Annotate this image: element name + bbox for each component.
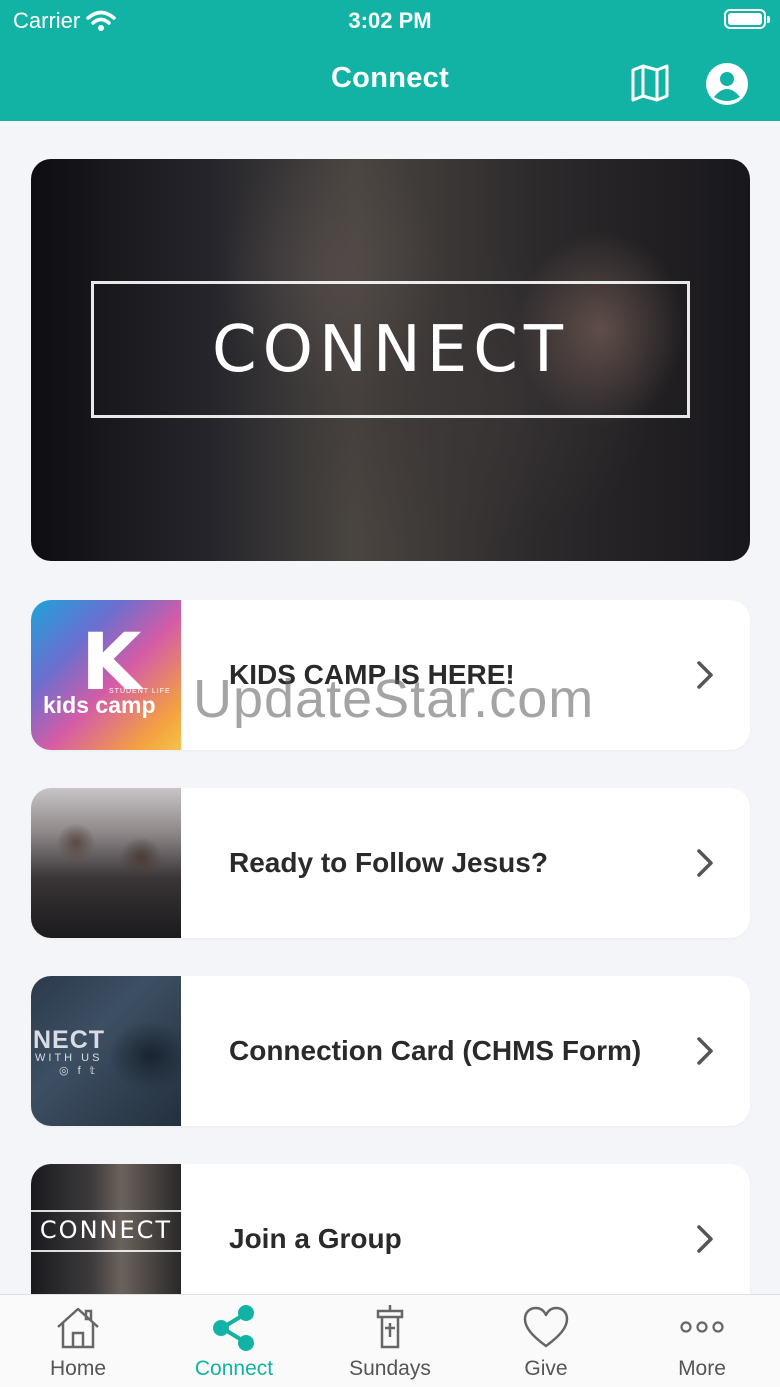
- hero-title: CONNECT: [211, 312, 570, 387]
- list-item-kids-camp[interactable]: K STUDENT LIFE kids camp KIDS CAMP IS HE…: [31, 600, 750, 750]
- list-item-follow-jesus[interactable]: Ready to Follow Jesus?: [31, 788, 750, 938]
- list-item-join-group[interactable]: CONNECT Join a Group: [31, 1164, 750, 1314]
- chevron-right-icon: [697, 661, 713, 689]
- thumbnail-frame-top: [31, 1210, 181, 1212]
- more-icon: [680, 1321, 724, 1333]
- tab-bar: Home Connect Sundays Give More: [0, 1294, 780, 1387]
- home-icon: [57, 1307, 99, 1349]
- join-group-thumbnail: CONNECT: [31, 1164, 181, 1314]
- connection-card-thumbnail: NECT WITH US ◎ f 𝕥: [31, 976, 181, 1126]
- share-icon: [213, 1305, 254, 1351]
- tab-label: Connect: [194, 1357, 274, 1380]
- tab-label: More: [678, 1357, 726, 1380]
- tab-sundays[interactable]: Sundays: [312, 1295, 468, 1387]
- hero-banner[interactable]: CONNECT: [31, 159, 750, 561]
- chevron-right-icon: [697, 849, 713, 877]
- list-item-title: Ready to Follow Jesus?: [229, 847, 548, 878]
- tab-connect[interactable]: Connect: [156, 1295, 312, 1387]
- list-item-title: Connection Card (CHMS Form): [229, 1035, 642, 1066]
- map-icon[interactable]: [630, 64, 670, 102]
- list-item-title: Join a Group: [229, 1223, 402, 1254]
- thumbnail-text: NECT: [33, 1026, 106, 1054]
- chevron-right-icon: [697, 1225, 713, 1253]
- clock: 3:02 PM: [348, 8, 432, 33]
- baptism-photo-thumbnail: [31, 788, 181, 938]
- list-item-connection-card[interactable]: NECT WITH US ◎ f 𝕥 Connection Card (CHMS…: [31, 976, 750, 1126]
- thumbnail-text: CONNECT: [39, 1216, 173, 1244]
- status-bar: Carrier 3:02 PM: [0, 0, 780, 40]
- battery-icon: [724, 9, 770, 29]
- profile-icon[interactable]: [705, 62, 749, 106]
- top-bar: Carrier 3:02 PM Connect: [0, 0, 780, 121]
- kids-camp-logo-text: kids camp: [43, 692, 156, 718]
- heart-icon: [523, 1306, 569, 1348]
- list-item-title: KIDS CAMP IS HERE!: [229, 659, 515, 690]
- chevron-right-icon: [697, 1037, 713, 1065]
- tab-more[interactable]: More: [624, 1295, 780, 1387]
- pulpit-icon: [376, 1305, 404, 1349]
- tab-label: Give: [524, 1357, 568, 1380]
- tab-home[interactable]: Home: [0, 1295, 156, 1387]
- social-icons: ◎ f 𝕥: [59, 1065, 98, 1077]
- tab-label: Sundays: [349, 1357, 431, 1380]
- tab-give[interactable]: Give: [468, 1295, 624, 1387]
- thumbnail-subtext: WITH US: [35, 1052, 103, 1064]
- tab-label: Home: [49, 1357, 107, 1380]
- thumbnail-frame-bottom: [31, 1250, 181, 1252]
- kids-camp-thumbnail: K STUDENT LIFE kids camp: [31, 600, 181, 750]
